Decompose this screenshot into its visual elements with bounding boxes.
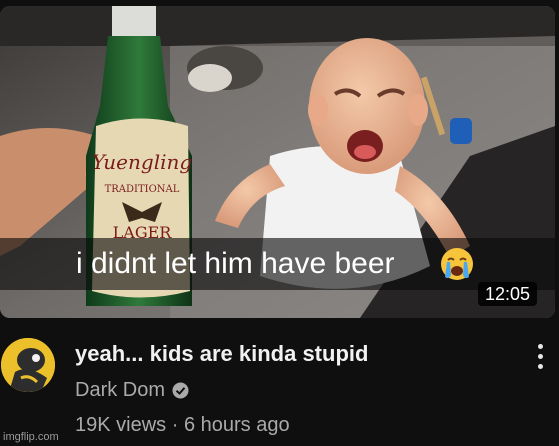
imgflip-watermark: imgflip.com bbox=[3, 431, 59, 443]
channel-name[interactable]: Dark Dom bbox=[75, 377, 165, 403]
crying-face-icon bbox=[441, 248, 473, 280]
meta-separator: · bbox=[171, 414, 179, 436]
upload-age: 6 hours ago bbox=[183, 414, 290, 436]
channel-line[interactable]: Dark Dom bbox=[75, 377, 189, 403]
bottle-label-brand: Yuengling bbox=[92, 150, 192, 174]
bottle-label-sub: TRADITIONAL bbox=[105, 184, 180, 195]
video-title[interactable]: yeah... kids are kinda stupid bbox=[75, 340, 368, 368]
video-thumbnail[interactable]: Yuengling TRADITIONAL LAGER i didnt let … bbox=[0, 6, 555, 318]
channel-avatar[interactable] bbox=[1, 338, 55, 392]
more-options-icon[interactable] bbox=[528, 341, 552, 371]
verified-check-icon bbox=[172, 382, 189, 398]
video-meta: 19K views · 6 hours ago bbox=[75, 412, 290, 438]
view-count: 19K views bbox=[75, 414, 167, 436]
thumbnail-caption: i didnt let him have beer bbox=[76, 247, 395, 280]
duration-badge: 12:05 bbox=[478, 282, 538, 306]
avatar-character-icon bbox=[1, 338, 55, 392]
